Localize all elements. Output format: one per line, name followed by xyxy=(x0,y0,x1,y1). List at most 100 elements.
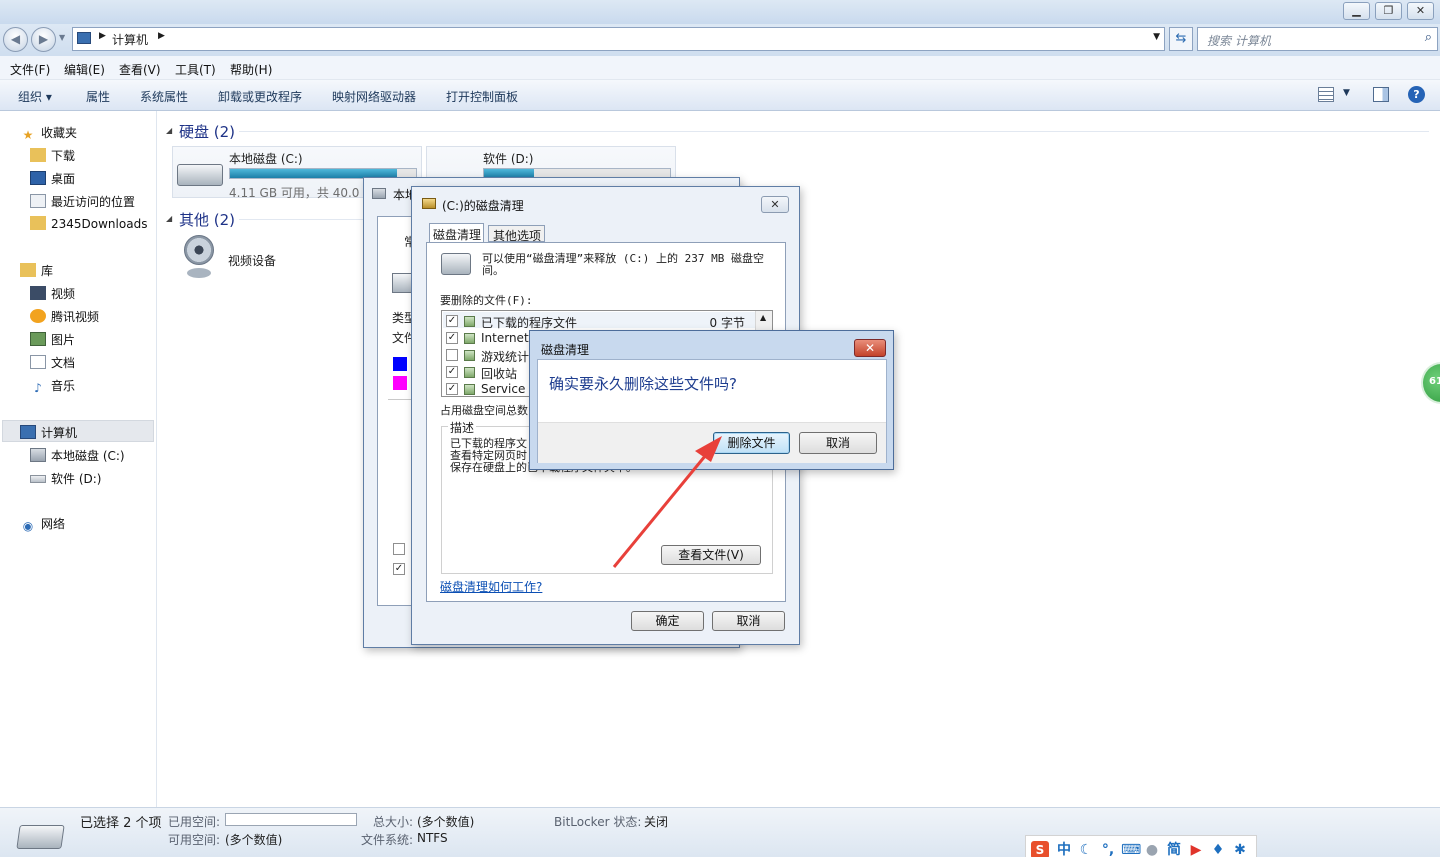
nav-downloads-label: 下载 xyxy=(51,149,76,163)
breadcrumb-chevron-icon[interactable]: ▶ xyxy=(158,31,165,41)
confirm-cancel-button[interactable]: 取消 xyxy=(799,432,877,454)
file-list-row[interactable]: ✓ 已下载的程序文件 0 字节 xyxy=(446,313,751,330)
nav-drive-c[interactable]: 本地磁盘 (C:) xyxy=(30,447,125,464)
window-titlebar: ▁ ❐ ✕ xyxy=(0,0,1440,24)
video-library-icon xyxy=(30,286,46,300)
menu-file[interactable]: 文件(F) xyxy=(10,61,50,78)
nav-downloads[interactable]: 下载 xyxy=(30,147,75,164)
open-control-panel-button[interactable]: 打开控制面板 xyxy=(446,88,518,105)
menu-help[interactable]: 帮助(H) xyxy=(230,61,272,78)
nav-favorites[interactable]: ★ 收藏夹 xyxy=(20,124,77,142)
close-window-button[interactable]: ✕ xyxy=(1407,2,1434,20)
view-files-button[interactable]: 查看文件(V) xyxy=(661,545,761,565)
nav-documents[interactable]: 文档 xyxy=(30,354,75,371)
disk-cleanup-title: (C:)的磁盘清理 xyxy=(442,199,524,213)
pictures-icon xyxy=(30,332,46,346)
tab-more-options[interactable]: 其他选项 xyxy=(488,225,545,243)
drive-c-name: 本地磁盘 (C:) xyxy=(229,152,303,166)
menu-view[interactable]: 查看(V) xyxy=(119,61,161,78)
gear-icon[interactable]: ✱ xyxy=(1231,841,1249,857)
tab-disk-cleanup[interactable]: 磁盘清理 xyxy=(429,223,484,242)
nav-videos[interactable]: 视频 xyxy=(30,285,75,302)
forward-button[interactable]: ▶ xyxy=(31,27,56,52)
confirm-title: 磁盘清理 xyxy=(541,343,590,357)
file-category-icon xyxy=(464,333,475,344)
compress-drive-checkbox[interactable] xyxy=(393,543,405,555)
nav-network[interactable]: ◉ 网络 xyxy=(20,515,65,533)
address-bar[interactable]: ▶ 计算机 ▶ ▼ xyxy=(72,27,1165,51)
group-divider xyxy=(239,131,1429,132)
address-dropdown-icon[interactable]: ▼ xyxy=(1153,32,1160,42)
file-category-icon xyxy=(464,367,475,378)
file-checkbox[interactable] xyxy=(446,349,458,361)
file-checkbox[interactable]: ✓ xyxy=(446,315,458,327)
minimize-button[interactable]: ▁ xyxy=(1343,2,1370,20)
file-checkbox[interactable]: ✓ xyxy=(446,383,458,395)
recent-pages-chevron-icon[interactable]: ▼ xyxy=(59,33,65,42)
scroll-up-icon[interactable]: ▲ xyxy=(760,313,766,322)
ime-language-toggle[interactable]: 中 xyxy=(1055,841,1073,857)
moon-icon[interactable]: ☾ xyxy=(1077,841,1095,857)
nav-libraries-label: 库 xyxy=(41,264,54,278)
uninstall-program-button[interactable]: 卸载或更改程序 xyxy=(218,88,302,105)
map-network-drive-button[interactable]: 映射网络驱动器 xyxy=(332,88,416,105)
delete-files-button[interactable]: 删除文件 xyxy=(713,432,790,454)
nav-tencent-video[interactable]: 腾讯视频 xyxy=(30,308,99,325)
menu-edit[interactable]: 编辑(E) xyxy=(64,61,105,78)
file-checkbox[interactable]: ✓ xyxy=(446,366,458,378)
nav-music[interactable]: ♪ 音乐 xyxy=(30,377,75,395)
total-space-label: 占用磁盘空间总数 xyxy=(440,404,528,417)
drive-c-free-space: 4.11 GB 可用，共 40.0 G xyxy=(229,186,373,200)
confirm-close-button[interactable]: ✕ xyxy=(854,339,886,357)
keyboard-icon[interactable]: ⌨ xyxy=(1121,841,1141,857)
webcam-label[interactable]: 视频设备 xyxy=(228,252,276,269)
sogou-logo-icon[interactable]: S xyxy=(1031,841,1049,857)
total-size-label: 总大小: xyxy=(373,815,414,829)
organize-button[interactable]: 组织 ▾ xyxy=(18,88,52,105)
ime-simplified-toggle[interactable]: 简 xyxy=(1165,841,1183,857)
nav-pictures[interactable]: 图片 xyxy=(30,331,75,348)
cancel-button[interactable]: 取消 xyxy=(712,611,785,631)
video-icon[interactable]: ▶ xyxy=(1187,841,1205,857)
collapse-disks-icon[interactable]: ◢ xyxy=(166,126,172,135)
group-header-other[interactable]: 其他 (2) xyxy=(179,209,235,230)
group-header-disks[interactable]: 硬盘 (2) xyxy=(179,121,235,142)
file-checkbox[interactable]: ✓ xyxy=(446,332,458,344)
menu-tools[interactable]: 工具(T) xyxy=(175,61,216,78)
selection-count: 已选择 2 个项 xyxy=(80,816,162,831)
restore-button[interactable]: ❐ xyxy=(1375,2,1402,20)
help-icon[interactable]: ? xyxy=(1408,86,1425,103)
webcam-tile[interactable] xyxy=(181,235,217,283)
cleanup-howto-link[interactable]: 磁盘清理如何工作? xyxy=(440,578,542,595)
system-properties-button[interactable]: 系统属性 xyxy=(140,88,188,105)
free-space-value: (多个数值) xyxy=(225,833,283,847)
index-drive-checkbox[interactable]: ✓ xyxy=(393,563,405,575)
nav-libraries[interactable]: 库 xyxy=(20,262,53,279)
nav-2345downloads[interactable]: 2345Downloads xyxy=(30,216,147,231)
nav-tencent-video-label: 腾讯视频 xyxy=(51,310,100,324)
ok-button[interactable]: 确定 xyxy=(631,611,704,631)
properties-button[interactable]: 属性 xyxy=(86,88,110,105)
address-toolbar: ◀ ▶ ▼ ▶ 计算机 ▶ ▼ ⇆ 搜索 计算机 ⌕ xyxy=(0,24,1440,56)
nav-desktop-label: 桌面 xyxy=(51,172,76,186)
disk-cleanup-close-button[interactable]: ✕ xyxy=(761,196,789,213)
search-icon[interactable]: ⌕ xyxy=(1425,30,1432,45)
preview-pane-icon[interactable] xyxy=(1373,87,1389,102)
drive-d-name: 软件 (D:) xyxy=(483,152,534,166)
nav-drive-d[interactable]: 软件 (D:) xyxy=(30,470,101,487)
user-icon[interactable]: ● xyxy=(1143,841,1161,857)
collapse-other-icon[interactable]: ◢ xyxy=(166,214,172,223)
view-dropdown-icon[interactable]: ▼ xyxy=(1343,88,1350,98)
punctuation-icon[interactable]: °, xyxy=(1099,841,1117,857)
search-input[interactable]: 搜索 计算机 ⌕ xyxy=(1197,27,1438,51)
skin-shirt-icon[interactable]: ♦ xyxy=(1209,841,1227,857)
view-options-icon[interactable] xyxy=(1318,87,1334,102)
nav-computer[interactable]: 计算机 xyxy=(20,424,77,441)
file-name: 已下载的程序文件 xyxy=(481,316,578,330)
nav-desktop[interactable]: 桌面 xyxy=(30,170,75,187)
refresh-button[interactable]: ⇆ xyxy=(1169,27,1193,51)
back-button[interactable]: ◀ xyxy=(3,27,28,52)
menu-bar: 文件(F) 编辑(E) 查看(V) 工具(T) 帮助(H) xyxy=(0,56,1440,80)
nav-recent-places[interactable]: 最近访问的位置 xyxy=(30,193,135,210)
breadcrumb-computer[interactable]: 计算机 xyxy=(112,31,148,48)
